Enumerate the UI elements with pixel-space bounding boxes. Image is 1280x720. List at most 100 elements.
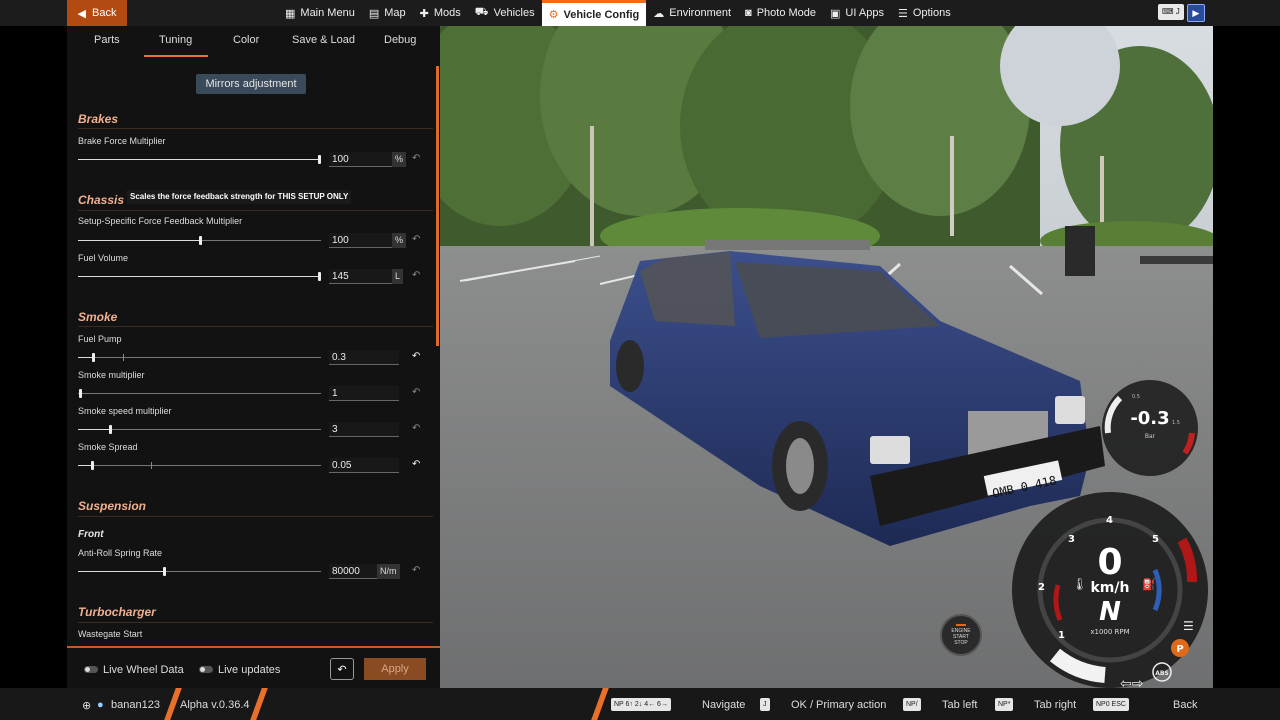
- globe-icon: ⊕: [82, 700, 92, 712]
- park-bench: [1140, 256, 1213, 264]
- tooltip: Scales the force feedback strength for T…: [127, 190, 352, 204]
- menu-mods[interactable]: ✚ Mods: [413, 0, 468, 26]
- game-viewport[interactable]: OMB 0 418 -0.3 Bar 0.5 1.5 0 km/h N x100…: [440, 26, 1213, 688]
- reset-icon[interactable]: ↶: [412, 270, 420, 281]
- reset-icon[interactable]: ↶: [412, 423, 420, 434]
- tab-save-load[interactable]: Save & Load: [292, 34, 355, 46]
- divider: [78, 622, 433, 623]
- divider: [250, 688, 268, 720]
- fuel-volume-unit: L: [392, 269, 404, 284]
- front-left-wheel: [616, 340, 644, 392]
- rpm-tick: 2: [1038, 582, 1045, 593]
- right-letterbox: [1213, 26, 1280, 688]
- top-right-controls: ⌨ J ▶: [1158, 4, 1205, 22]
- top-menu-bar: ◀ Back ▦ Main Menu ▤ Map ✚ Mods ⛟ Vehicles ⚙…: [0, 0, 1280, 26]
- speed-value: 0: [1097, 542, 1122, 583]
- reset-icon[interactable]: ↶: [412, 565, 420, 576]
- mirrors-adjustment-button[interactable]: Mirrors adjustment: [196, 74, 306, 94]
- smoke-speed-slider[interactable]: [78, 425, 321, 434]
- hint-tab-left: Tab left: [942, 699, 978, 711]
- engine-start-stop-button[interactable]: ENGINE START STOP: [940, 614, 982, 656]
- panel-scrollbar[interactable]: [436, 66, 439, 346]
- live-updates-label: Live updates: [218, 664, 281, 676]
- undo-button[interactable]: ↶: [330, 658, 354, 680]
- fuel-volume-input[interactable]: 145: [329, 269, 399, 284]
- roof-rack: [705, 240, 870, 250]
- smoke-multiplier-input[interactable]: 1: [329, 386, 399, 401]
- fuel-volume-label: Fuel Volume: [78, 253, 129, 263]
- sliders-icon: ☰: [897, 7, 908, 20]
- divider: [78, 128, 433, 129]
- slider-thumb[interactable]: [318, 272, 321, 281]
- cloud-sun-icon: ☁: [653, 7, 665, 20]
- menu-photo-mode[interactable]: ◙ Photo Mode: [738, 0, 823, 26]
- smoke-multiplier-label: Smoke multiplier: [78, 370, 145, 380]
- config-tabs: Parts Tuning Color Save & Load Debug: [67, 26, 440, 58]
- ffb-multiplier-input[interactable]: 100: [329, 233, 399, 248]
- wastegate-start-label: Wastegate Start: [78, 629, 143, 639]
- menu-main-menu[interactable]: ▦ Main Menu: [278, 0, 362, 26]
- menu-options[interactable]: ☰ Options: [891, 0, 958, 26]
- headlight-icon: ☰: [1183, 619, 1194, 633]
- turn-signal-icon: ⇦⇨: [1120, 676, 1143, 688]
- smoke-spread-input[interactable]: 0.05: [329, 458, 399, 473]
- svg-text:ABS: ABS: [1155, 670, 1169, 677]
- rpm-tick: 4: [1106, 515, 1113, 526]
- smoke-speed-input[interactable]: 3: [329, 422, 399, 437]
- smoke-multiplier-slider[interactable]: [78, 389, 321, 398]
- keyboard-icon: ⌨: [1162, 7, 1174, 16]
- reset-icon[interactable]: ↶: [412, 234, 420, 245]
- fuel-pump-input[interactable]: 0.3: [329, 350, 399, 365]
- menu-ui-apps[interactable]: ▣ UI Apps: [823, 0, 891, 26]
- apply-button[interactable]: Apply: [364, 658, 426, 680]
- reset-icon[interactable]: ↶: [412, 459, 420, 470]
- slider-thumb[interactable]: [92, 353, 95, 362]
- menu-vehicles[interactable]: ⛟ Vehicles: [468, 0, 542, 26]
- arrow-left-icon: ◀: [77, 7, 86, 20]
- live-updates-toggle[interactable]: [199, 666, 213, 673]
- fuel-volume-slider[interactable]: [78, 272, 321, 281]
- brake-force-slider[interactable]: [78, 155, 321, 164]
- divider: [78, 210, 433, 211]
- play-icon[interactable]: ▶: [1186, 4, 1205, 22]
- reset-icon[interactable]: ↶: [412, 351, 420, 362]
- slider-thumb[interactable]: [318, 155, 321, 164]
- boost-gauge: -0.3 Bar 0.5 1.5: [1102, 380, 1198, 476]
- shortcut-key-badge: ⌨ J: [1158, 4, 1184, 20]
- boost-unit: Bar: [1145, 433, 1156, 440]
- slider-thumb[interactable]: [109, 425, 112, 434]
- tab-color[interactable]: Color: [233, 34, 259, 46]
- slider-thumb[interactable]: [91, 461, 94, 470]
- tab-tuning[interactable]: Tuning: [159, 34, 192, 46]
- divider: [591, 688, 609, 720]
- tab-debug[interactable]: Debug: [384, 34, 416, 46]
- anti-roll-rate-slider[interactable]: [78, 567, 321, 576]
- fuel-pump-label: Fuel Pump: [78, 334, 122, 344]
- car-config-icon: ⚙: [548, 9, 559, 21]
- fuel-pump-slider[interactable]: [78, 353, 321, 362]
- live-wheel-data-toggle[interactable]: [84, 666, 98, 673]
- back-button[interactable]: ◀ Back: [67, 0, 127, 26]
- slider-thumb[interactable]: [163, 567, 166, 576]
- menu-environment[interactable]: ☁ Environment: [646, 0, 738, 26]
- menu-map[interactable]: ▤ Map: [362, 0, 413, 26]
- slider-thumb[interactable]: [79, 389, 82, 398]
- reset-icon[interactable]: ↶: [412, 153, 420, 164]
- anti-roll-rate-label: Anti-Roll Spring Rate: [78, 548, 163, 558]
- section-turbocharger: Turbocharger: [78, 605, 156, 619]
- brake-force-input[interactable]: 100: [329, 152, 399, 167]
- ffb-multiplier-slider[interactable]: [78, 236, 321, 245]
- engine-indicator-icon: [956, 624, 966, 626]
- anti-roll-rate-unit: N/m: [377, 564, 400, 579]
- reset-icon[interactable]: ↶: [412, 387, 420, 398]
- smoke-spread-slider[interactable]: [78, 461, 321, 470]
- slider-thumb[interactable]: [199, 236, 202, 245]
- ffb-multiplier-label: Setup-Specific Force Feedback Multiplier: [78, 216, 243, 226]
- divider: [78, 326, 433, 327]
- tab-parts[interactable]: Parts: [94, 34, 120, 46]
- subsection-front: Front: [78, 529, 104, 540]
- menu-vehicle-config[interactable]: ⚙ Vehicle Config: [541, 0, 647, 26]
- brake-force-label: Brake Force Multiplier: [78, 136, 166, 146]
- smoke-spread-label: Smoke Spread: [78, 442, 138, 452]
- hint-back: Back: [1173, 699, 1198, 711]
